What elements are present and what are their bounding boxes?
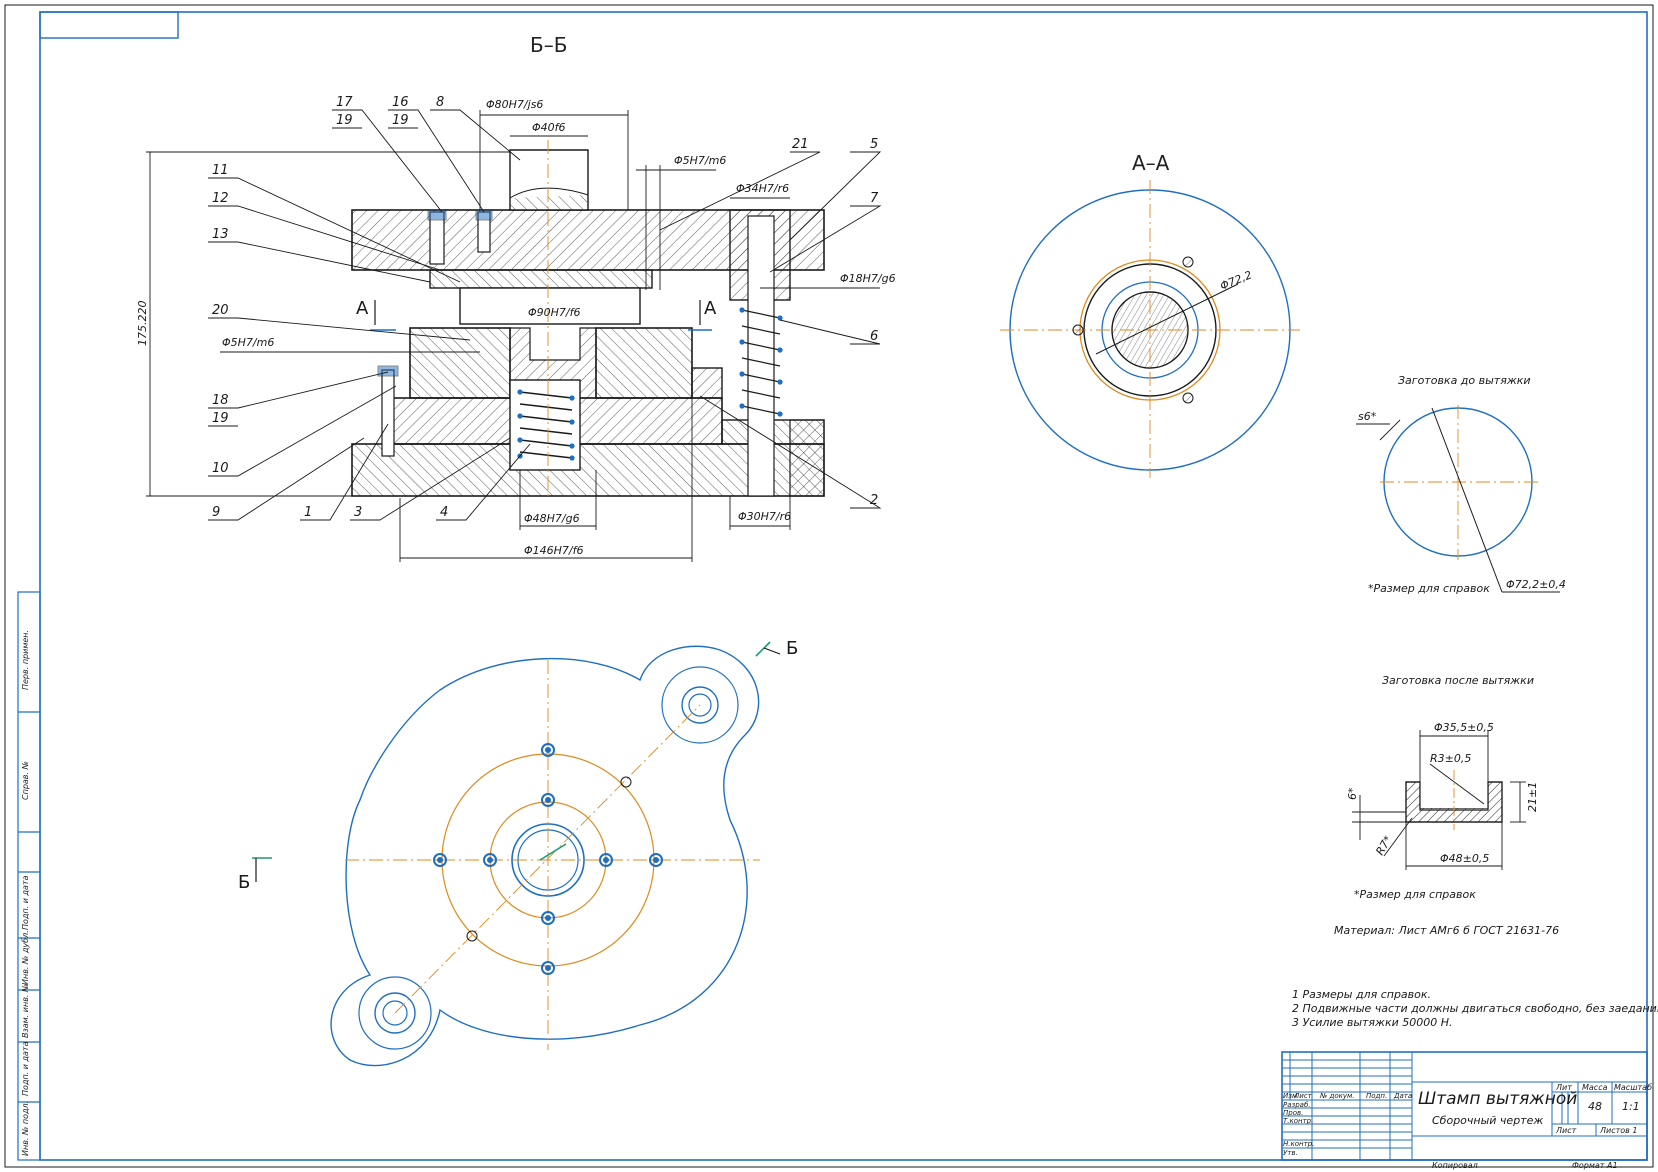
position-1: 1 <box>304 505 312 520</box>
dim-d5-top: Φ5H7/m6 <box>674 154 726 167</box>
position-12: 12 <box>212 191 229 206</box>
stamp-copied: Копировал <box>1432 1161 1478 1170</box>
side-label: Перв. примен. <box>21 630 30 690</box>
dim-d90: Φ90H7/f6 <box>528 306 581 319</box>
position-17: 17 <box>336 95 353 110</box>
stamp-col-label: № докум. <box>1319 1092 1355 1100</box>
dim-height: 175.220 <box>136 301 149 347</box>
note-line: 2 Подвижные части должны двигаться свобо… <box>1292 1002 1658 1015</box>
position-8: 8 <box>436 95 444 110</box>
position-5: 5 <box>870 137 878 152</box>
blank-after-thick: 6* <box>1346 787 1359 800</box>
stamp-scale: 1:1 <box>1622 1100 1640 1113</box>
side-label: Справ. № <box>21 761 30 800</box>
blank-after-title: Заготовка после вытяжки <box>1382 674 1534 687</box>
punch-plate <box>429 269 653 289</box>
cut-a-right: А <box>704 298 717 319</box>
section-bb-title: Б–Б <box>530 33 567 57</box>
position-2: 2 <box>870 493 878 508</box>
stamp-mass-label: Масса <box>1582 1083 1608 1092</box>
side-label: Подп. и дата <box>21 1041 30 1096</box>
stamp-format: Формат А1 <box>1572 1161 1618 1170</box>
position-4: 4 <box>440 505 448 520</box>
blank-before-diameter: Φ72,2±0,4 <box>1506 578 1566 591</box>
note-line: 3 Усилие вытяжки 50000 Н. <box>1292 1016 1453 1029</box>
position-6: 6 <box>870 329 878 344</box>
stamp-sheet: Лист <box>1555 1126 1577 1135</box>
position-10: 10 <box>212 461 229 476</box>
side-label: Инв. № подл. <box>21 1101 30 1156</box>
stamp-mass: 48 <box>1588 1100 1602 1113</box>
position-21: 21 <box>792 137 809 152</box>
dim-d146: Φ146H7/f6 <box>524 544 584 557</box>
position-11: 11 <box>212 163 229 178</box>
note-line: 1 Размеры для справок. <box>1292 988 1431 1001</box>
blank-before-title: Заготовка до вытяжки <box>1398 374 1531 387</box>
stamp-col-label: Лист <box>1293 1092 1313 1100</box>
cut-a-left: А <box>356 298 369 319</box>
stamp-col-label: Подп. <box>1366 1092 1387 1100</box>
dim-d18: Φ18H7/g6 <box>840 272 896 285</box>
blank-after-note: *Размер для справок <box>1354 888 1476 901</box>
cut-b-right: Б <box>786 638 798 659</box>
stamp-subtitle: Сборочный чертеж <box>1432 1114 1543 1127</box>
position-7: 7 <box>870 191 879 206</box>
aa-dim-d72: Φ72,2 <box>1218 268 1254 292</box>
technical-drawing-sheet: Перв. примен. Справ. № Подп. и дата Инв.… <box>4 4 1658 1170</box>
position-3: 3 <box>354 505 362 520</box>
stamp-row-label: Разраб. <box>1283 1101 1311 1109</box>
position-19a: 19 <box>336 113 353 128</box>
section-bb-view: Б–Б Φ80H7/js6 Φ40f6 Φ5H7/m6 Φ34H7/r6 Φ18… <box>136 33 896 562</box>
position-9: 9 <box>212 505 220 520</box>
stamp-scale-label: Масштаб <box>1614 1083 1652 1092</box>
dim-d34: Φ34H7/r6 <box>736 182 789 195</box>
side-label: Подп. и дата <box>21 875 30 930</box>
material-note: Материал: Лист АМг6 б ГОСТ 21631-76 <box>1334 924 1559 937</box>
position-16: 16 <box>392 95 409 110</box>
dim-d80: Φ80H7/js6 <box>486 98 543 111</box>
technical-notes: 1 Размеры для справок. 2 Подвижные части… <box>1292 988 1658 1029</box>
position-20: 20 <box>212 303 229 318</box>
position-19c: 19 <box>212 411 229 426</box>
stamp-col-label: Дата <box>1393 1092 1412 1100</box>
stamp-row-label: Утв. <box>1283 1149 1298 1157</box>
position-13: 13 <box>212 227 229 242</box>
plan-view: Б Б <box>238 638 798 1067</box>
stamp-sheets: Листов 1 <box>1599 1126 1638 1135</box>
side-label: Взам. инв. № <box>21 984 30 1038</box>
stamp-title: Штамп вытяжной <box>1418 1089 1577 1109</box>
stripper-plate-right <box>595 327 693 399</box>
dim-d5-left: Φ5H7/m6 <box>222 336 274 349</box>
blank-before-view: Заготовка до вытяжки s6* Φ72,2±0,4 *Разм… <box>1356 374 1566 595</box>
title-block: Изм Лист № докум. Подп. Дата Разраб. Про… <box>1281 1051 1652 1170</box>
blank-after-radius-in: R3±0,5 <box>1430 752 1471 765</box>
position-19b: 19 <box>392 113 409 128</box>
plan-outline <box>330 645 760 1067</box>
cut-b-left: Б <box>238 872 250 893</box>
stamp-row-label: Т.контр. <box>1283 1117 1313 1125</box>
dim-d30: Φ30H7/r6 <box>738 510 791 523</box>
section-aa-view: А–А Φ72,2 <box>1000 151 1300 478</box>
blank-after-d-inner: Φ35,5±0,5 <box>1434 721 1494 734</box>
stamp-row-label: Пров. <box>1283 1109 1303 1117</box>
dim-d40: Φ40f6 <box>532 121 566 134</box>
blank-before-note: *Размер для справок <box>1368 582 1490 595</box>
position-18: 18 <box>212 393 229 408</box>
stamp-lit-label: Лит <box>1555 1083 1572 1092</box>
side-label: Инв. № дубл. <box>21 930 30 985</box>
top-left-box <box>39 11 179 39</box>
dim-d48: Φ48H7/g6 <box>524 512 580 525</box>
left-side-strip: Перв. примен. Справ. № Подп. и дата Инв.… <box>17 591 41 1161</box>
stripper-plate-left <box>409 327 511 399</box>
blank-after-height: 21±1 <box>1526 782 1539 812</box>
blank-after-view: Заготовка после вытяжки Φ35,5±0,5 R3±0,5… <box>1334 674 1559 937</box>
blank-before-thickness: s6* <box>1358 410 1377 423</box>
section-aa-title: А–А <box>1132 151 1170 175</box>
stamp-row-label: Н.контр. <box>1283 1140 1314 1148</box>
blank-after-d-outer: Φ48±0,5 <box>1440 852 1489 865</box>
